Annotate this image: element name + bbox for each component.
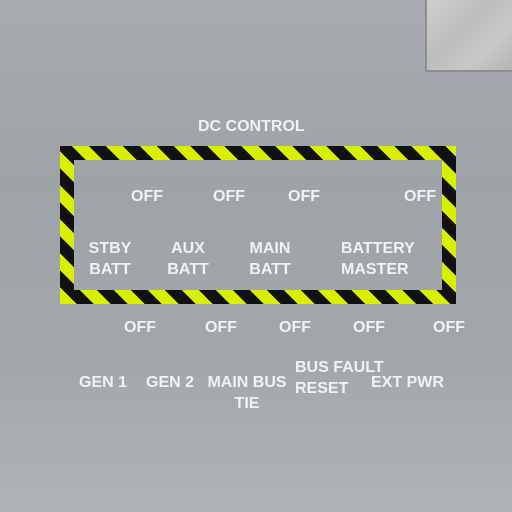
metal-plate-corner — [425, 0, 512, 72]
gen2-label: GEN 2 — [146, 374, 195, 391]
gen2-switch-state[interactable]: OFF — [205, 317, 237, 338]
aux-batt-label: AUX BATT — [167, 240, 209, 278]
stby-batt-label: STBY BATT — [88, 240, 132, 278]
main-batt-switch-state[interactable]: OFF — [288, 186, 320, 207]
aux-batt-switch-state[interactable]: OFF — [213, 186, 245, 207]
panel-title: DC CONTROL — [198, 118, 305, 135]
ext-pwr-label: EXT PWR — [371, 374, 444, 391]
main-batt-label: MAIN BATT — [249, 240, 291, 278]
hazard-stripe-frame — [60, 146, 456, 304]
gen1-switch-state[interactable]: OFF — [124, 317, 156, 338]
bus-fault-reset-switch-state[interactable]: OFF — [353, 317, 385, 338]
gen1-label: GEN 1 — [79, 374, 128, 391]
ext-pwr-switch-state[interactable]: OFF — [433, 317, 465, 338]
battery-master-label: BATTERY MASTER — [341, 240, 415, 278]
main-bus-tie-switch-state[interactable]: OFF — [279, 317, 311, 338]
main-bus-tie-label: MAIN BUS TIE — [207, 374, 287, 412]
battery-master-switch-state[interactable]: OFF — [404, 186, 436, 207]
stby-batt-switch-state[interactable]: OFF — [131, 186, 163, 207]
